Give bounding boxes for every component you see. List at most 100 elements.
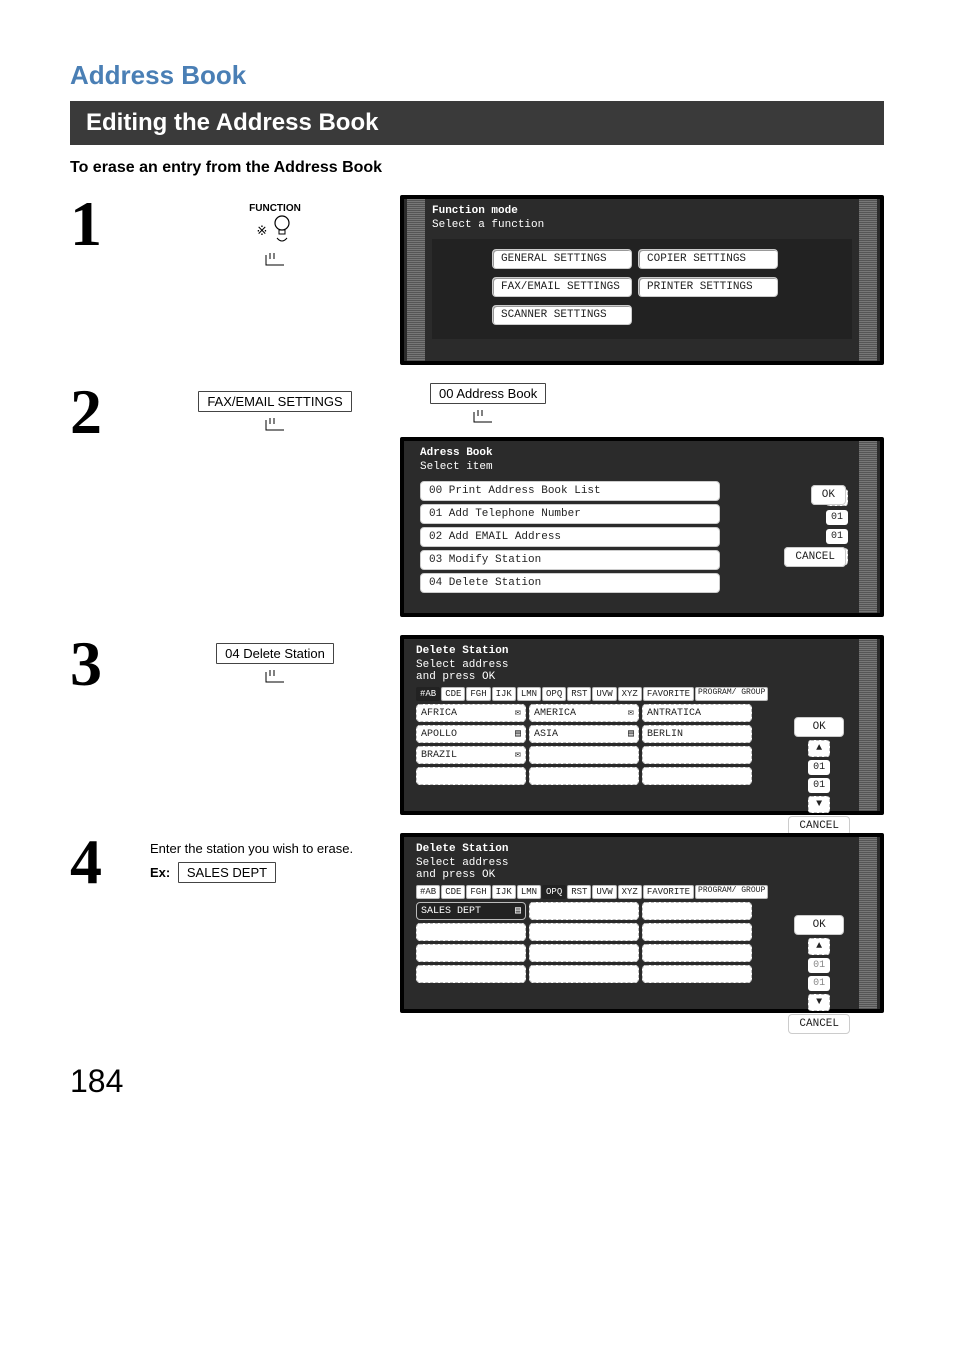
tab-lmn[interactable]: LMN xyxy=(517,885,541,899)
item-modify-station[interactable]: 03 Modify Station xyxy=(420,550,720,570)
general-settings-button[interactable]: GENERAL SETTINGS xyxy=(492,249,632,269)
fax-email-settings-button[interactable]: FAX/EMAIL SETTINGS xyxy=(492,277,632,297)
station-empty[interactable] xyxy=(642,767,752,785)
tab-ab[interactable]: #AB xyxy=(416,885,440,899)
cancel-button[interactable]: CANCEL xyxy=(784,547,846,567)
step4-instruction: Enter the station you wish to erase. xyxy=(150,841,400,856)
press-finger-icon xyxy=(262,251,288,272)
scroll-up-icon[interactable]: ▲ xyxy=(808,938,830,955)
delete-station-panel: Delete Station Select address and press … xyxy=(400,635,884,815)
station-brazil[interactable]: BRAZIL✉ xyxy=(416,746,526,764)
ok-button[interactable]: OK xyxy=(811,485,846,505)
station-empty[interactable] xyxy=(642,965,752,983)
example-value: SALES DEPT xyxy=(178,862,276,883)
doc-icon: ▤ xyxy=(515,728,521,740)
page-number: 184 xyxy=(70,1063,884,1100)
station-apollo[interactable]: APOLLO▤ xyxy=(416,725,526,743)
tab-ijk[interactable]: IJK xyxy=(492,885,516,899)
press-finger-icon xyxy=(150,416,400,437)
address-book-00-label[interactable]: 00 Address Book xyxy=(430,383,546,404)
tab-program-group[interactable]: PROGRAM/ GROUP xyxy=(695,885,768,899)
tab-uvw[interactable]: UVW xyxy=(592,687,616,701)
tab-cde[interactable]: CDE xyxy=(441,687,465,701)
tab-rst[interactable]: RST xyxy=(567,885,591,899)
scroll-down-icon[interactable]: ▼ xyxy=(808,796,830,813)
station-america[interactable]: AMERICA✉ xyxy=(529,704,639,722)
station-empty[interactable] xyxy=(642,902,752,920)
tab-cde[interactable]: CDE xyxy=(441,885,465,899)
page-indicator-bottom: 01 xyxy=(826,529,848,544)
station-empty[interactable] xyxy=(416,944,526,962)
tab-fgh[interactable]: FGH xyxy=(466,687,490,701)
address-book-panel: Adress Book Select item 00 Print Address… xyxy=(400,437,884,617)
tab-rst[interactable]: RST xyxy=(567,687,591,701)
delete-station-selected-panel: Delete Station Select address and press … xyxy=(400,833,884,1013)
station-empty[interactable] xyxy=(642,746,752,764)
panel-title: Delete Station xyxy=(416,645,846,657)
tab-favorite[interactable]: FAVORITE xyxy=(643,687,694,701)
item-add-email[interactable]: 02 Add EMAIL Address xyxy=(420,527,720,547)
station-empty[interactable] xyxy=(416,965,526,983)
tab-program-group[interactable]: PROGRAM/ GROUP xyxy=(695,687,768,701)
tab-uvw[interactable]: UVW xyxy=(592,885,616,899)
tab-opq[interactable]: OPQ xyxy=(542,687,566,701)
copier-settings-button[interactable]: COPIER SETTINGS xyxy=(638,249,778,269)
cancel-button[interactable]: CANCEL xyxy=(788,1014,850,1034)
printer-settings-button[interactable]: PRINTER SETTINGS xyxy=(638,277,778,297)
station-sales-dept[interactable]: SALES DEPT▤ xyxy=(416,902,526,920)
step-number-3: 3 xyxy=(70,635,150,693)
station-asia[interactable]: ASIA▤ xyxy=(529,725,639,743)
tab-opq[interactable]: OPQ xyxy=(542,885,566,899)
page-indicator-bottom: 01 xyxy=(808,778,830,793)
station-empty[interactable] xyxy=(529,923,639,941)
ok-button[interactable]: OK xyxy=(794,915,844,935)
station-empty[interactable] xyxy=(416,923,526,941)
panel-title: Adress Book xyxy=(420,447,852,459)
panel-sub-1: Select address xyxy=(416,857,508,869)
step-number-2: 2 xyxy=(70,383,150,441)
mail-icon: ✉ xyxy=(515,749,521,761)
page-indicator-top: 01 xyxy=(808,760,830,775)
function-mode-panel: Function mode Select a function GENERAL … xyxy=(400,195,884,365)
step-3: 3 04 Delete Station Delete Station Selec… xyxy=(70,635,884,815)
item-add-telephone[interactable]: 01 Add Telephone Number xyxy=(420,504,720,524)
press-finger-icon xyxy=(150,668,400,689)
subheading: To erase an entry from the Address Book xyxy=(70,159,884,177)
tab-ijk[interactable]: IJK xyxy=(492,687,516,701)
page-indicator-bottom: 01 xyxy=(808,976,830,991)
station-empty[interactable] xyxy=(529,902,639,920)
function-bulb-icon xyxy=(271,214,293,247)
tab-xyz[interactable]: XYZ xyxy=(618,885,642,899)
station-africa[interactable]: AFRICA✉ xyxy=(416,704,526,722)
station-empty[interactable] xyxy=(529,965,639,983)
station-empty[interactable] xyxy=(642,944,752,962)
page-indicator-top: 01 xyxy=(826,510,848,525)
page-indicator-top: 01 xyxy=(808,958,830,973)
delete-station-04-label[interactable]: 04 Delete Station xyxy=(216,643,334,664)
station-empty[interactable] xyxy=(642,923,752,941)
panel-subtitle: Select item xyxy=(420,461,852,473)
station-berlin[interactable]: BERLIN xyxy=(642,725,752,743)
station-empty[interactable] xyxy=(529,746,639,764)
press-finger-icon xyxy=(470,408,496,431)
mail-icon: ✉ xyxy=(515,707,521,719)
station-empty[interactable] xyxy=(416,767,526,785)
item-print-list[interactable]: 00 Print Address Book List xyxy=(420,481,720,501)
station-antratica[interactable]: ANTRATICA xyxy=(642,704,752,722)
panel-title: Function mode xyxy=(432,205,852,217)
scroll-up-icon[interactable]: ▲ xyxy=(808,740,830,757)
tab-lmn[interactable]: LMN xyxy=(517,687,541,701)
scroll-down-icon[interactable]: ▼ xyxy=(808,994,830,1011)
station-empty[interactable] xyxy=(529,944,639,962)
tab-xyz[interactable]: XYZ xyxy=(618,687,642,701)
station-empty[interactable] xyxy=(529,767,639,785)
tab-favorite[interactable]: FAVORITE xyxy=(643,885,694,899)
item-delete-station[interactable]: 04 Delete Station xyxy=(420,573,720,593)
example-label: Ex: xyxy=(150,865,170,880)
tab-fgh[interactable]: FGH xyxy=(466,885,490,899)
tab-ab[interactable]: #AB xyxy=(416,687,440,701)
panel-sub-2: and press OK xyxy=(416,869,495,881)
ok-button[interactable]: OK xyxy=(794,717,844,737)
fax-email-settings-label[interactable]: FAX/EMAIL SETTINGS xyxy=(198,391,351,412)
scanner-settings-button[interactable]: SCANNER SETTINGS xyxy=(492,305,632,325)
